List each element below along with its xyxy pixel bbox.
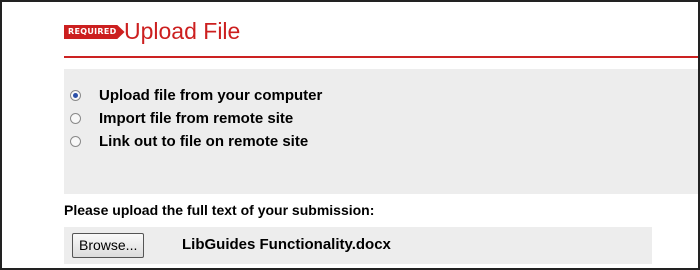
option-link-to-remote[interactable]: Link out to file on remote site [70, 130, 308, 152]
upload-file-panel: REQUIRED Upload File Upload file from yo… [0, 0, 700, 270]
radio-button[interactable] [70, 89, 81, 101]
option-label: Upload file from your computer [99, 86, 323, 104]
radio-button[interactable] [70, 112, 81, 124]
upload-prompt: Please upload the full text of your subm… [64, 202, 375, 218]
required-badge: REQUIRED [64, 25, 125, 39]
section-header: REQUIRED Upload File [64, 16, 698, 58]
browse-button[interactable]: Browse... [72, 233, 145, 258]
upload-options-group: Upload file from your computer Import fi… [64, 69, 698, 194]
option-label: Import file from remote site [99, 109, 294, 127]
option-upload-from-computer[interactable]: Upload file from your computer [70, 84, 322, 106]
selected-file-name: LibGuides Functionality.docx [182, 236, 391, 253]
section-title: Upload File [124, 18, 241, 44]
option-import-from-remote[interactable]: Import file from remote site [70, 107, 293, 129]
option-label: Link out to file on remote site [99, 132, 309, 150]
radio-button[interactable] [70, 135, 81, 147]
file-input-row: Browse... LibGuides Functionality.docx [64, 227, 652, 264]
